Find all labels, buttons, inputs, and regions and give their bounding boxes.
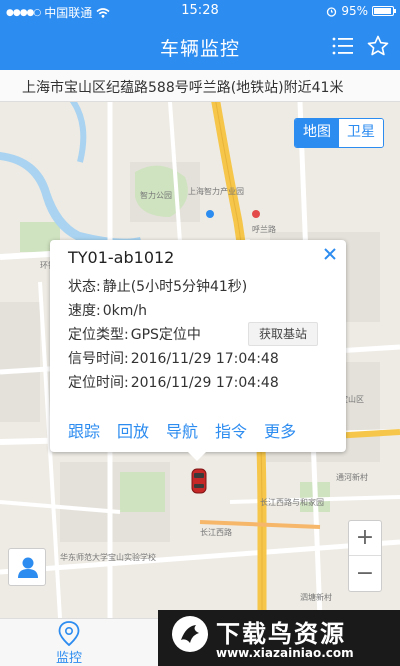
location-pin-icon [58, 621, 80, 647]
map-type-toggle: 地图 卫星 [294, 118, 384, 148]
locate-me-button[interactable] [8, 548, 46, 586]
watermark-url: www.xiazainiao.com [216, 646, 354, 660]
status-value: 静止(5小时5分钟41秒) [102, 279, 248, 295]
map-type-satellite-button[interactable]: 卫星 [339, 119, 383, 147]
map-type-map-button[interactable]: 地图 [295, 119, 339, 147]
popup-actions: 跟踪 回放 导航 指令 更多 [50, 418, 346, 441]
address-bar: 上海市宝山区纪蕴路588号呼兰路(地铁站)附近41米 [0, 70, 400, 102]
zoom-control: + − [348, 520, 382, 592]
command-button[interactable]: 指令 [215, 418, 247, 441]
battery-percent: 95% [341, 4, 368, 18]
loc-time-row: 定位时间: 2016/11/29 17:04:48 [68, 372, 279, 392]
signal-time-row: 信号时间: 2016/11/29 17:04:48 [68, 348, 279, 368]
map-view[interactable]: 上海智力产业园 智力公园 呼兰路 宝山区 长江西路 长江西路与和家园 通河新村 … [0, 102, 400, 618]
alarm-icon [327, 6, 337, 17]
map-label: 智力公园 [140, 191, 172, 200]
navigate-button[interactable]: 导航 [166, 418, 198, 441]
battery-fill [374, 8, 392, 14]
track-button[interactable]: 跟踪 [68, 418, 100, 441]
playback-button[interactable]: 回放 [117, 418, 149, 441]
nav-bar: 车辆监控 [0, 22, 400, 70]
loc-type-row: 定位类型: GPS定位中 [68, 324, 201, 344]
list-icon[interactable] [332, 36, 354, 56]
bird-logo-icon [172, 616, 208, 652]
signal-time-label: 信号时间: [68, 351, 129, 367]
speed-row: 速度: 0km/h [68, 300, 147, 320]
close-icon[interactable] [322, 246, 338, 262]
loc-time-value: 2016/11/29 17:04:48 [130, 375, 279, 391]
status-row: 状态: 静止(5小时5分钟41秒) [68, 276, 247, 296]
zoom-in-button[interactable]: + [349, 521, 381, 556]
map-label: 呼兰路 [252, 225, 276, 234]
loc-type-value: GPS定位中 [130, 327, 201, 343]
battery-icon [372, 6, 396, 16]
signal-time-value: 2016/11/29 17:04:48 [130, 351, 279, 367]
speed-value: 0km/h [102, 303, 147, 319]
status-bar: ●●●●○ 中国联通 15:28 95% [0, 0, 400, 22]
status-label: 状态: [68, 279, 101, 295]
map-label: 上海智力产业园 [188, 187, 244, 196]
speed-label: 速度: [68, 303, 101, 319]
device-id: TY01-ab1012 [68, 248, 175, 267]
map-label: 长江西路 [200, 528, 232, 537]
loc-type-label: 定位类型: [68, 327, 129, 343]
map-label: 通河新村 [336, 473, 368, 482]
car-marker-icon[interactable] [191, 468, 207, 494]
person-icon [18, 557, 38, 578]
get-base-station-button[interactable]: 获取基站 [248, 322, 318, 346]
star-icon[interactable] [366, 34, 390, 58]
watermark-title: 下载鸟资源 [216, 620, 346, 648]
status-right: 95% [326, 4, 396, 18]
loc-time-label: 定位时间: [68, 375, 129, 391]
tab-monitor[interactable]: 监控 [44, 619, 94, 666]
map-label: 泗塘新村 [300, 593, 332, 602]
vehicle-info-popup: TY01-ab1012 状态: 静止(5小时5分钟41秒) 速度: 0km/h 定位… [50, 240, 346, 461]
more-button[interactable]: 更多 [264, 418, 296, 441]
zoom-out-button[interactable]: − [349, 557, 381, 592]
map-label: 长江西路与和家园 [260, 498, 324, 507]
map-label: 华东师范大学宝山实验学校 [60, 553, 156, 562]
tab-monitor-label: 监控 [55, 651, 82, 666]
watermark: 下载鸟资源 www.xiazainiao.com [158, 610, 400, 666]
